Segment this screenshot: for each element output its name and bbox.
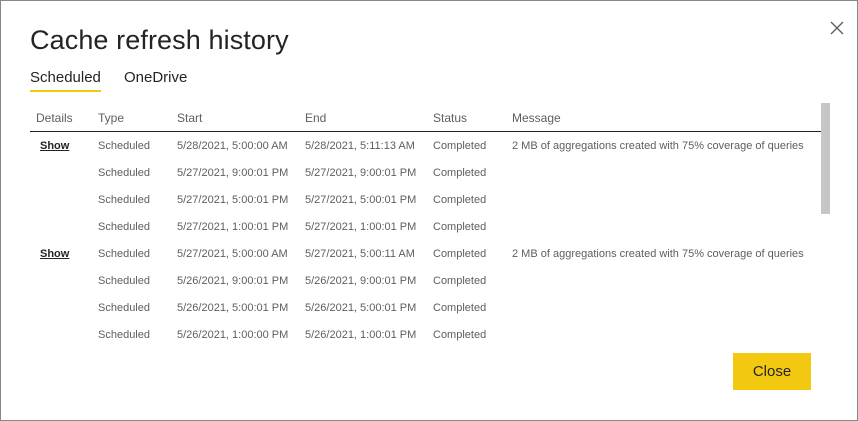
- type-cell: Scheduled: [98, 221, 150, 233]
- dialog-title: Cache refresh history: [30, 25, 289, 55]
- tab-scheduled[interactable]: Scheduled: [30, 69, 101, 92]
- column-header-details: Details: [36, 111, 73, 125]
- type-cell: Scheduled: [98, 167, 150, 179]
- end-cell: 5/27/2021, 5:00:01 PM: [305, 194, 417, 206]
- start-cell: 5/27/2021, 1:00:01 PM: [177, 221, 289, 233]
- type-cell: Scheduled: [98, 140, 150, 152]
- start-cell: 5/27/2021, 5:00:00 AM: [177, 248, 288, 260]
- tab-onedrive[interactable]: OneDrive: [124, 69, 187, 90]
- status-cell: Completed: [433, 302, 487, 314]
- end-cell: 5/26/2021, 9:00:01 PM: [305, 275, 417, 287]
- status-cell: Completed: [433, 275, 487, 287]
- type-cell: Scheduled: [98, 302, 150, 314]
- start-cell: 5/28/2021, 5:00:00 AM: [177, 140, 288, 152]
- end-cell: 5/26/2021, 5:00:01 PM: [305, 302, 417, 314]
- status-cell: Completed: [433, 329, 487, 341]
- start-cell: 5/26/2021, 5:00:01 PM: [177, 302, 289, 314]
- type-cell: Scheduled: [98, 275, 150, 287]
- table-row: Scheduled 5/26/2021, 1:00:00 PM 5/26/2021,…: [30, 322, 822, 349]
- table-row: Scheduled 5/26/2021, 5:00:01 PM 5/26/2021,…: [30, 295, 822, 322]
- refresh-history-table: Details Type Start End Status Message Sh…: [30, 105, 822, 351]
- type-cell: Scheduled: [98, 329, 150, 341]
- message-cell: 2 MB of aggregations created with 75% co…: [512, 248, 804, 260]
- start-cell: 5/26/2021, 1:00:00 PM: [177, 329, 289, 341]
- table-row: Show Scheduled 5/28/2021, 5:00:00 AM 5/28/2…: [30, 133, 822, 160]
- table-header: Details Type Start End Status Message: [30, 105, 822, 132]
- start-cell: 5/27/2021, 9:00:01 PM: [177, 167, 289, 179]
- cache-refresh-history-dialog: Cache refresh history Scheduled OneDrive…: [0, 0, 858, 421]
- column-header-status: Status: [433, 111, 468, 125]
- close-icon[interactable]: [827, 18, 847, 38]
- table-row: Show Scheduled 5/27/2021, 5:00:00 AM 5/27/2…: [30, 241, 822, 268]
- show-details-link[interactable]: Show: [40, 140, 69, 152]
- table-row: Scheduled 5/27/2021, 5:00:01 PM 5/27/2021,…: [30, 187, 822, 214]
- scrollbar-thumb[interactable]: [821, 103, 830, 214]
- status-cell: Completed: [433, 221, 487, 233]
- end-cell: 5/26/2021, 1:00:01 PM: [305, 329, 417, 341]
- end-cell: 5/27/2021, 9:00:01 PM: [305, 167, 417, 179]
- table-row: Scheduled 5/27/2021, 1:00:01 PM 5/27/2021,…: [30, 214, 822, 241]
- table-row: Scheduled 5/26/2021, 9:00:01 PM 5/26/2021,…: [30, 268, 822, 295]
- start-cell: 5/27/2021, 5:00:01 PM: [177, 194, 289, 206]
- status-cell: Completed: [433, 248, 487, 260]
- table-row: Scheduled 5/27/2021, 9:00:01 PM 5/27/2021,…: [30, 160, 822, 187]
- close-button[interactable]: Close: [733, 353, 811, 390]
- end-cell: 5/28/2021, 5:11:13 AM: [305, 140, 415, 152]
- column-header-start: Start: [177, 111, 203, 125]
- status-cell: Completed: [433, 194, 487, 206]
- column-header-message: Message: [512, 111, 561, 125]
- column-header-type: Type: [98, 111, 125, 125]
- type-cell: Scheduled: [98, 194, 150, 206]
- end-cell: 5/27/2021, 1:00:01 PM: [305, 221, 417, 233]
- type-cell: Scheduled: [98, 248, 150, 260]
- show-details-link[interactable]: Show: [40, 248, 69, 260]
- status-cell: Completed: [433, 140, 487, 152]
- end-cell: 5/27/2021, 5:00:11 AM: [305, 248, 415, 260]
- message-cell: 2 MB of aggregations created with 75% co…: [512, 140, 804, 152]
- column-header-end: End: [305, 111, 327, 125]
- start-cell: 5/26/2021, 9:00:01 PM: [177, 275, 289, 287]
- status-cell: Completed: [433, 167, 487, 179]
